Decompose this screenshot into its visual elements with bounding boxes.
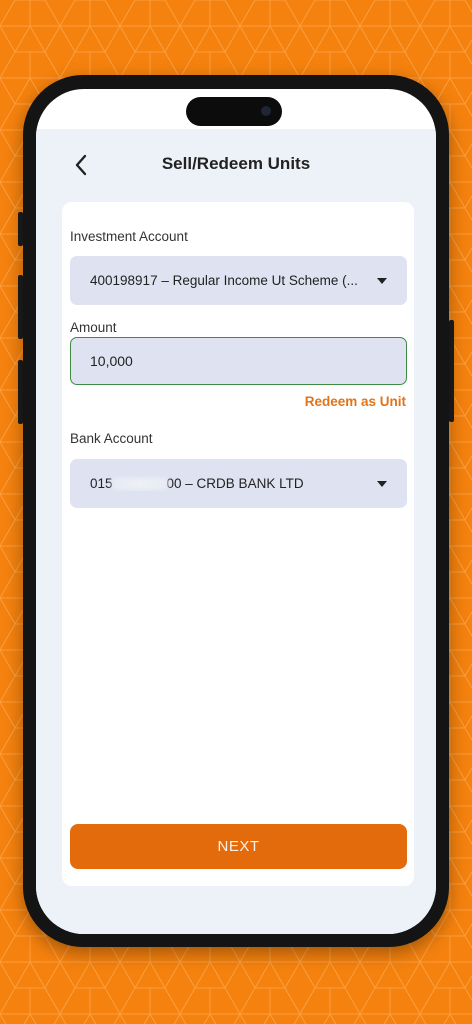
caret-down-icon	[377, 278, 387, 284]
investment-account-select[interactable]: 400198917 – Regular Income Ut Scheme (..…	[70, 256, 407, 305]
redeem-as-unit-link[interactable]: Redeem as Unit	[305, 394, 406, 409]
investment-account-value: 400198917 – Regular Income Ut Scheme (..…	[90, 273, 358, 288]
masked-account-digits	[111, 478, 168, 491]
bank-account-value: 015 00 – CRDB BANK LTD	[90, 476, 304, 491]
amount-label: Amount	[70, 320, 117, 335]
app-header: Sell/Redeem Units	[36, 140, 436, 190]
bank-account-number-prefix: 015	[90, 476, 113, 491]
bank-account-select[interactable]: 015 00 – CRDB BANK LTD	[70, 459, 407, 508]
page-title: Sell/Redeem Units	[161, 154, 311, 173]
phone-power-button	[449, 320, 454, 422]
bank-account-label: Bank Account	[70, 431, 153, 446]
next-button[interactable]: NEXT	[70, 824, 407, 869]
bank-account-number-suffix: 00 – CRDB BANK LTD	[166, 476, 304, 491]
front-camera-icon	[259, 104, 273, 118]
amount-input[interactable]: 10,000	[70, 337, 407, 385]
amount-value: 10,000	[90, 353, 133, 369]
caret-down-icon	[377, 481, 387, 487]
investment-account-label: Investment Account	[70, 229, 188, 244]
